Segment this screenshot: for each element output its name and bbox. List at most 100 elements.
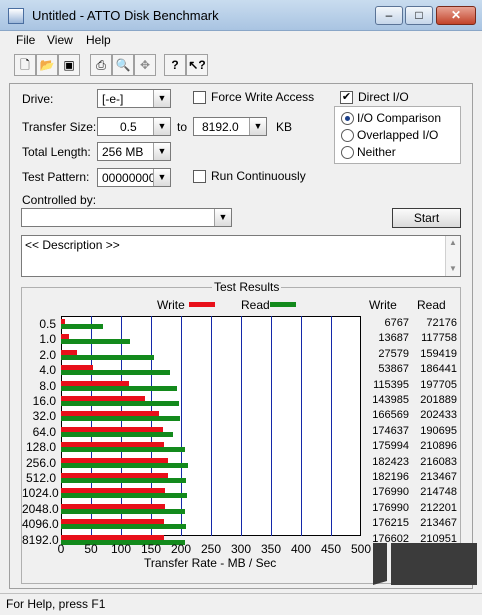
print-preview-icon[interactable]: 🔍 — [112, 54, 134, 76]
drive-select[interactable]: [-e-] ▼ — [97, 89, 171, 108]
x-tick-label: 250 — [200, 542, 222, 556]
read-value: 72176 — [426, 317, 457, 329]
legend-read-label: Read — [241, 298, 270, 312]
window-title: Untitled - ATTO Disk Benchmark — [32, 8, 219, 23]
read-bar — [61, 508, 186, 514]
force-write-label: Force Write Access — [211, 90, 315, 104]
read-value: 210896 — [420, 440, 457, 453]
results-title: Test Results — [212, 280, 282, 294]
read-value: 197705 — [420, 378, 457, 391]
start-button[interactable]: Start — [392, 208, 461, 228]
test-pattern-label: Test Pattern: — [22, 170, 90, 184]
write-value: 166569 — [372, 409, 409, 422]
status-bar: For Help, press F1 — [0, 593, 482, 615]
read-bar — [61, 385, 177, 391]
transfer-to-select[interactable]: 8192.0 ▼ — [193, 117, 267, 136]
force-write-checkbox[interactable] — [193, 91, 206, 104]
write-value: 143985 — [372, 394, 409, 406]
read-bar — [61, 462, 188, 468]
write-value: 182196 — [372, 471, 409, 483]
read-value: 216083 — [420, 455, 457, 468]
write-value: 27579 — [378, 347, 409, 360]
read-value: 190695 — [420, 424, 457, 437]
y-tick-label: 64.0 — [32, 424, 56, 439]
write-value: 6767 — [384, 317, 409, 329]
maximize-button[interactable]: □ — [405, 6, 433, 25]
x-tick-label: 100 — [110, 542, 132, 556]
help-icon[interactable]: ? — [164, 54, 186, 76]
controlled-by-label: Controlled by: — [22, 193, 97, 207]
test-pattern-value: 00000000 — [102, 171, 156, 185]
write-value: 174637 — [372, 424, 409, 437]
scroll-up-icon[interactable]: ▲ — [449, 238, 457, 247]
y-tick-label: 1024.0 — [22, 486, 59, 501]
direct-io-label: Direct I/O — [358, 90, 409, 104]
y-tick-label: 4096.0 — [22, 517, 59, 532]
read-value: 212201 — [420, 501, 457, 514]
neither-radio[interactable] — [341, 146, 354, 159]
save-icon[interactable]: ▣ — [58, 54, 80, 76]
read-value: 186441 — [420, 363, 457, 376]
legend-write-label: Write — [157, 298, 185, 312]
grid-line — [331, 316, 332, 536]
y-tick-label: 2048.0 — [22, 501, 59, 516]
read-value: 213467 — [420, 471, 457, 483]
write-value: 182423 — [372, 455, 409, 468]
overlapped-io-radio[interactable] — [341, 129, 354, 142]
app-icon — [8, 8, 24, 24]
chevron-down-icon: ▼ — [153, 143, 170, 160]
direct-io-checkbox[interactable]: ✔ — [340, 91, 353, 104]
y-tick-label: 8.0 — [39, 378, 56, 393]
title-bar[interactable]: Untitled - ATTO Disk Benchmark – □ ✕ — [0, 0, 482, 31]
menu-help[interactable]: Help — [86, 33, 111, 47]
description-scrollbar[interactable]: ▲ ▼ — [445, 236, 460, 276]
read-value: 213467 — [420, 517, 457, 530]
toolbar: 🗋 📂 ▣ ⎙ 🔍 ✥ ? ↖? — [14, 54, 210, 78]
write-value: 176215 — [372, 517, 409, 530]
menu-view[interactable]: View — [47, 33, 73, 47]
controlled-by-select[interactable]: ▼ — [21, 208, 232, 227]
x-tick-label: 400 — [290, 542, 312, 556]
print-icon[interactable]: ⎙ — [90, 54, 112, 76]
grid-line — [181, 316, 182, 536]
kb-label: KB — [276, 120, 293, 134]
read-bar — [61, 339, 130, 345]
x-tick-label: 450 — [320, 542, 342, 556]
close-button[interactable]: ✕ — [436, 6, 476, 25]
read-bar — [61, 354, 155, 360]
new-icon[interactable]: 🗋 — [14, 54, 36, 76]
menu-file[interactable]: File — [16, 33, 35, 47]
io-comparison-radio[interactable] — [341, 112, 354, 125]
read-bar — [61, 416, 180, 422]
minimize-button[interactable]: – — [375, 6, 403, 25]
transfer-from-select[interactable]: 0.5 ▼ — [97, 117, 171, 136]
grid-line — [211, 316, 212, 536]
to-label: to — [177, 120, 188, 134]
chevron-down-icon: ▼ — [249, 118, 266, 135]
open-icon[interactable]: 📂 — [36, 54, 58, 76]
drive-value: [-e-] — [102, 92, 124, 106]
grid-line — [301, 316, 302, 536]
description-text: << Description >> — [25, 238, 120, 252]
read-value: 214748 — [420, 486, 457, 499]
read-value: 201889 — [420, 394, 457, 406]
read-bar — [61, 324, 104, 329]
run-continuously-checkbox[interactable] — [193, 170, 206, 183]
read-bar — [61, 524, 187, 530]
neither-label: Neither — [357, 145, 396, 159]
total-length-select[interactable]: 256 MB ▼ — [97, 142, 171, 161]
chevron-down-icon: ▼ — [153, 90, 170, 107]
write-value: 175994 — [372, 440, 409, 453]
y-tick-label: 16.0 — [32, 394, 56, 408]
test-pattern-select[interactable]: 00000000 ▼ — [97, 168, 171, 187]
description-box[interactable]: << Description >> ▲ ▼ — [21, 235, 461, 277]
move-icon[interactable]: ✥ — [134, 54, 156, 76]
status-text: For Help, press F1 — [6, 597, 106, 611]
x-tick-label: 50 — [84, 542, 98, 556]
watermark-logo — [373, 543, 477, 585]
column-header-read: Read — [417, 298, 446, 312]
scroll-down-icon[interactable]: ▼ — [449, 264, 457, 273]
chevron-down-icon: ▼ — [153, 118, 170, 135]
context-help-icon[interactable]: ↖? — [186, 54, 208, 76]
write-value: 53867 — [378, 363, 409, 376]
